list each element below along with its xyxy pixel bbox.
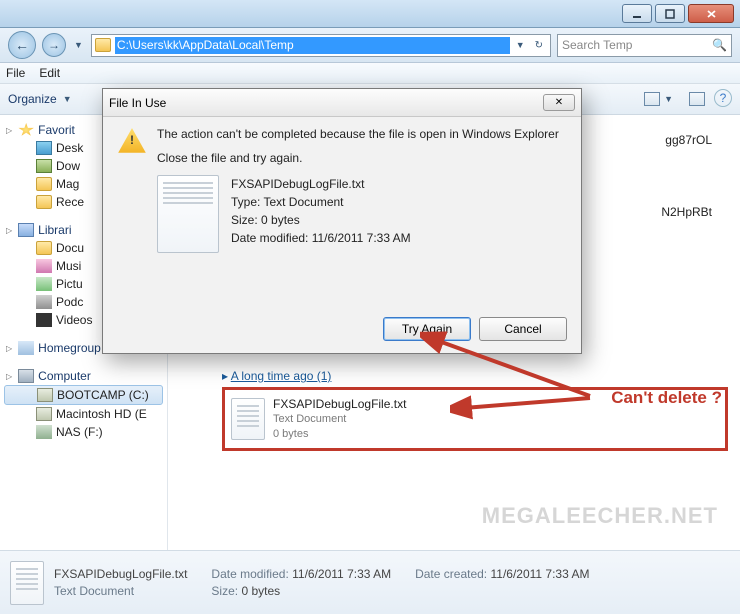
folder-icon (36, 195, 52, 209)
file-type: Text Document (273, 412, 406, 427)
forward-button[interactable]: → (42, 33, 66, 57)
dialog-file-size: Size: 0 bytes (231, 211, 411, 229)
details-name: FXSAPIDebugLogFile.txt (54, 566, 187, 583)
navbar: ← → ▼ ▼ ↻ Search Temp 🔍 (0, 28, 740, 63)
titlebar (0, 0, 740, 28)
dialog-message-2: Close the file and try again. (157, 151, 567, 165)
sidebar-nas[interactable]: NAS (F:) (0, 423, 167, 441)
back-button[interactable]: ← (8, 31, 36, 59)
videos-icon (36, 313, 52, 327)
view-button[interactable]: ▼ (639, 89, 680, 109)
desktop-icon (36, 141, 52, 155)
dialog-file-type: Type: Text Document (231, 193, 411, 211)
organize-button[interactable]: Organize (8, 92, 57, 106)
text-file-icon (157, 175, 219, 253)
address-input[interactable] (115, 37, 510, 54)
cancel-button[interactable]: Cancel (479, 317, 567, 341)
dialog-title: File In Use (109, 96, 166, 110)
search-box[interactable]: Search Temp 🔍 (557, 34, 732, 57)
dialog-file-name: FXSAPIDebugLogFile.txt (231, 175, 411, 193)
text-file-icon (10, 561, 44, 605)
drive-icon (36, 425, 52, 439)
watermark: MEGALEECHER.NET (482, 503, 718, 529)
search-placeholder: Search Temp (562, 38, 632, 52)
search-icon: 🔍 (712, 38, 727, 52)
file-name: FXSAPIDebugLogFile.txt (273, 396, 406, 412)
libraries-icon (18, 223, 34, 237)
file-row[interactable]: FXSAPIDebugLogFile.txt Text Document 0 b… (222, 387, 728, 451)
preview-pane-button[interactable] (684, 89, 710, 109)
minimize-button[interactable] (622, 4, 652, 23)
computer-icon (18, 369, 34, 383)
file-item-2[interactable]: N2HpRBt (661, 205, 712, 219)
folder-icon (95, 38, 111, 52)
podcasts-icon (36, 295, 52, 309)
sidebar-macintosh[interactable]: Macintosh HD (E (0, 405, 167, 423)
details-type: Text Document (54, 583, 187, 600)
help-button[interactable]: ? (714, 89, 732, 107)
homegroup-icon (18, 341, 34, 355)
sidebar-computer[interactable]: Computer (0, 367, 167, 385)
star-icon (18, 123, 34, 137)
maximize-button[interactable] (655, 4, 685, 23)
dialog-file-modified: Date modified: 11/6/2011 7:33 AM (231, 229, 411, 247)
sidebar-bootcamp[interactable]: BOOTCAMP (C:) (4, 385, 163, 405)
documents-icon (36, 241, 52, 255)
downloads-icon (36, 159, 52, 173)
file-item-1[interactable]: gg87rOL (665, 133, 712, 147)
file-size: 0 bytes (273, 427, 406, 442)
drive-icon (36, 407, 52, 421)
folder-icon (36, 177, 52, 191)
menubar: File Edit (0, 63, 740, 84)
try-again-button[interactable]: Try Again (383, 317, 471, 341)
refresh-icon[interactable]: ↻ (531, 40, 547, 51)
dialog-message-1: The action can't be completed because th… (157, 127, 567, 141)
pictures-icon (36, 277, 52, 291)
file-in-use-dialog: File In Use ✕ The action can't be comple… (102, 88, 582, 354)
group-header[interactable]: ▸ A long time ago (1) (222, 369, 728, 383)
text-file-icon (231, 398, 265, 440)
history-chevron-icon[interactable]: ▼ (72, 40, 85, 50)
close-button[interactable] (688, 4, 734, 23)
address-chevron-icon[interactable]: ▼ (514, 40, 527, 50)
details-pane: FXSAPIDebugLogFile.txt Text Document Dat… (0, 551, 740, 614)
music-icon (36, 259, 52, 273)
organize-chevron-icon[interactable]: ▼ (61, 94, 74, 104)
warning-icon (117, 127, 147, 155)
drive-icon (37, 388, 53, 402)
menu-file[interactable]: File (6, 66, 25, 80)
dialog-close-button[interactable]: ✕ (543, 94, 575, 111)
menu-edit[interactable]: Edit (39, 66, 60, 80)
address-bar[interactable]: ▼ ↻ (91, 34, 551, 57)
